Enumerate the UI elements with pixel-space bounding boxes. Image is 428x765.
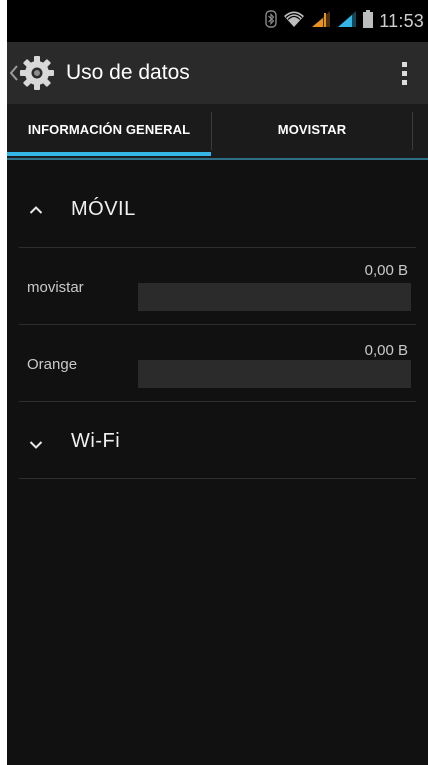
signal-icon	[337, 10, 357, 33]
status-time: 11:53	[379, 10, 424, 31]
selected-tab-indicator	[7, 152, 211, 156]
section-title-movil: MÓVIL	[71, 198, 136, 220]
action-bar: Uso de datos	[7, 42, 428, 104]
status-bar: 11:53	[7, 0, 428, 42]
tab-divider	[412, 112, 413, 150]
chevron-up-icon	[29, 202, 43, 220]
tab-movistar[interactable]: MOVISTAR	[212, 104, 412, 160]
usage-row-movistar[interactable]: 0,00 B movistar	[7, 248, 428, 324]
page-title: Uso de datos	[66, 61, 190, 84]
usage-bar	[138, 283, 411, 311]
wifi-icon	[283, 10, 305, 33]
usage-value: 0,00 B	[364, 342, 408, 359]
usage-bar	[138, 360, 411, 388]
phone-screen: 11:53 Uso de datos INFORMACIÓN GENERAL M…	[7, 0, 428, 765]
section-header-movil[interactable]: MÓVIL	[7, 172, 428, 248]
usage-name: movistar	[27, 279, 84, 296]
section-header-wifi[interactable]: Wi-Fi	[7, 402, 428, 478]
battery-icon	[363, 9, 374, 33]
up-button[interactable]	[7, 42, 71, 104]
section-title-wifi: Wi-Fi	[71, 430, 121, 452]
usage-row-orange[interactable]: 0,00 B Orange	[7, 325, 428, 401]
tab-underline	[7, 158, 428, 160]
overflow-menu-icon[interactable]	[388, 55, 420, 91]
usage-name: Orange	[27, 356, 78, 373]
chevron-left-icon	[9, 63, 19, 88]
signal-icon	[311, 10, 331, 33]
divider	[19, 478, 416, 479]
bluetooth-icon	[265, 9, 277, 33]
status-icons: 11:53	[265, 0, 424, 42]
usage-value: 0,00 B	[364, 262, 408, 279]
gear-icon	[19, 55, 55, 96]
chevron-down-icon	[29, 437, 43, 455]
